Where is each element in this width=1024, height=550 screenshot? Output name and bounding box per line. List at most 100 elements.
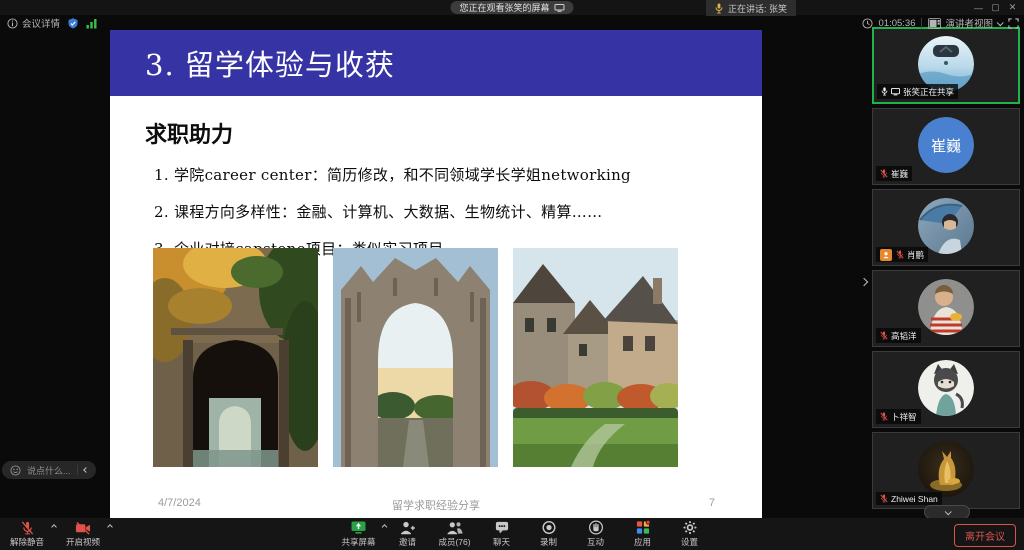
sidebar-collapse-handle[interactable] — [857, 271, 871, 293]
participant-tile-cuiwei[interactable]: 崔巍 崔巍 — [872, 108, 1020, 185]
share-screen-icon — [351, 519, 367, 536]
divider — [77, 465, 78, 475]
chat-placeholder: 说点什么... — [27, 464, 71, 477]
fullscreen-icon[interactable] — [1008, 18, 1019, 29]
chevron-up-icon[interactable] — [382, 524, 388, 530]
screen-indicator-icon — [555, 4, 565, 12]
participant-sidebar: 张笑正在共享 崔巍 崔巍 — [872, 27, 1022, 513]
interact-button[interactable]: 互动 — [576, 519, 616, 548]
share-screen-button[interactable]: 共享屏幕 — [337, 519, 381, 548]
meeting-details-button[interactable]: 会议详情 — [7, 16, 60, 30]
chat-button[interactable]: 聊天 — [482, 519, 522, 548]
slide-heading: 求职助力 — [145, 117, 762, 149]
invite-label: 邀请 — [399, 536, 416, 548]
avatar: 崔巍 — [918, 117, 974, 173]
slide-photo-archway-ivy — [153, 248, 318, 467]
participant-name-tag: 肖鹏 — [876, 247, 928, 262]
participant-name-tag: 张笑正在共享 — [877, 84, 958, 99]
slide-bullet-list: 1. 学院career center：简历修改，和不同领域学长学姐network… — [154, 164, 762, 259]
participant-tile-buxiangzhi[interactable]: 卜祥智 — [872, 351, 1020, 428]
apps-button[interactable]: 应用 — [623, 519, 663, 548]
interact-label: 互动 — [587, 536, 604, 548]
watching-screen-banner[interactable]: 您正在观看张笑的屏幕 — [450, 1, 573, 14]
mic-muted-icon — [880, 494, 888, 503]
participant-tile-zhangxiao[interactable]: 张笑正在共享 — [872, 27, 1020, 104]
gear-icon — [682, 519, 697, 536]
network-signal-icon[interactable] — [86, 18, 98, 29]
participant-name: 高韬洋 — [891, 330, 917, 342]
participant-name: 张笑正在共享 — [903, 86, 954, 98]
security-shield-icon[interactable] — [67, 17, 79, 30]
unmute-button[interactable]: 解除静音 — [4, 519, 50, 548]
info-icon — [7, 18, 18, 29]
mic-muted-icon — [880, 412, 888, 421]
view-mode-button[interactable]: 演讲者视图 — [928, 16, 1002, 30]
participant-name-tag: 卜祥智 — [876, 409, 921, 424]
invite-button[interactable]: 邀请 — [388, 519, 428, 548]
unmute-label: 解除静音 — [10, 536, 44, 548]
chevron-up-icon[interactable] — [51, 524, 57, 530]
avatar — [918, 441, 974, 497]
share-screen-label: 共享屏幕 — [341, 536, 375, 548]
slide-photo-row — [153, 248, 678, 467]
participants-scroll-down-button[interactable] — [924, 505, 970, 519]
apps-grid-icon — [635, 519, 650, 536]
apps-label: 应用 — [634, 536, 651, 548]
camera-off-icon — [75, 519, 91, 536]
chat-icon — [494, 519, 509, 536]
slide-bullet: 1. 学院career center：简历修改，和不同领域学长学姐network… — [154, 164, 762, 185]
host-badge-icon — [880, 249, 892, 261]
participant-name: 肖鹏 — [907, 249, 924, 261]
interact-hand-icon — [588, 519, 603, 536]
mic-muted-icon — [880, 331, 888, 340]
avatar — [918, 279, 974, 335]
mic-on-icon — [881, 87, 888, 96]
avatar — [918, 198, 974, 254]
chat-label: 聊天 — [493, 536, 510, 548]
participant-tile-gaotaoyang[interactable]: 高韬洋 — [872, 270, 1020, 347]
watching-screen-label: 您正在观看张笑的屏幕 — [459, 1, 549, 14]
avatar-initials: 崔巍 — [931, 138, 961, 155]
participant-name-tag: 崔巍 — [876, 166, 912, 181]
participant-tile-zhiweishan[interactable]: Zhiwei Shan — [872, 432, 1020, 509]
emoji-icon — [10, 465, 21, 476]
screen-share-icon — [891, 88, 900, 96]
quick-chat-bar[interactable]: 说点什么... — [2, 461, 96, 479]
mic-muted-icon — [20, 519, 35, 536]
record-button[interactable]: 录制 — [529, 519, 569, 548]
close-button[interactable]: ✕ — [1004, 2, 1021, 13]
slide-footer: 4/7/2024 留学求职经验分享 7 — [110, 497, 762, 513]
window-titlebar: 您正在观看张笑的屏幕 正在讲话: 张笑 — ▢ ✕ — [0, 0, 1024, 15]
leave-meeting-button[interactable]: 离开会议 — [954, 524, 1016, 547]
slide-photo-gothic-arch — [333, 248, 498, 467]
settings-button[interactable]: 设置 — [670, 519, 710, 548]
slide-page-number: 7 — [709, 497, 715, 509]
chevron-down-icon — [944, 508, 951, 515]
record-label: 录制 — [540, 536, 557, 548]
members-button[interactable]: 成员(76) — [435, 519, 475, 548]
members-label: 成员(76) — [438, 536, 470, 548]
minimize-button[interactable]: — — [970, 3, 987, 13]
slide-photo-campus-houses — [513, 248, 678, 467]
mic-muted-icon — [896, 250, 904, 259]
participant-tile-xiaopeng[interactable]: 肖鹏 — [872, 189, 1020, 266]
slide-title-banner: 3. 留学体验与收获 — [110, 30, 762, 96]
invite-icon — [400, 519, 416, 536]
window-controls: — ▢ ✕ — [970, 0, 1021, 15]
meeting-details-label: 会议详情 — [22, 16, 60, 30]
chevron-right-icon — [860, 278, 868, 286]
meeting-toolbar: 解除静音 开启视频 共享屏幕 邀请 — [0, 518, 1024, 550]
slide-bullet: 2. 课程方向多样性：金融、计算机、大数据、生物统计、精算…… — [154, 201, 762, 222]
speaking-label: 正在讲话: 张笑 — [728, 2, 787, 15]
settings-label: 设置 — [681, 536, 698, 548]
clock-icon — [862, 18, 873, 29]
maximize-button[interactable]: ▢ — [987, 2, 1004, 13]
divider — [921, 18, 922, 28]
view-mode-label: 演讲者视图 — [945, 16, 993, 30]
chevron-up-icon[interactable] — [107, 524, 113, 530]
start-video-button[interactable]: 开启视频 — [60, 519, 106, 548]
participant-name: Zhiwei Shan — [891, 494, 938, 504]
participant-name: 崔巍 — [891, 168, 908, 180]
participant-name: 卜祥智 — [891, 411, 917, 423]
slide-title: 3. 留学体验与收获 — [145, 42, 395, 84]
